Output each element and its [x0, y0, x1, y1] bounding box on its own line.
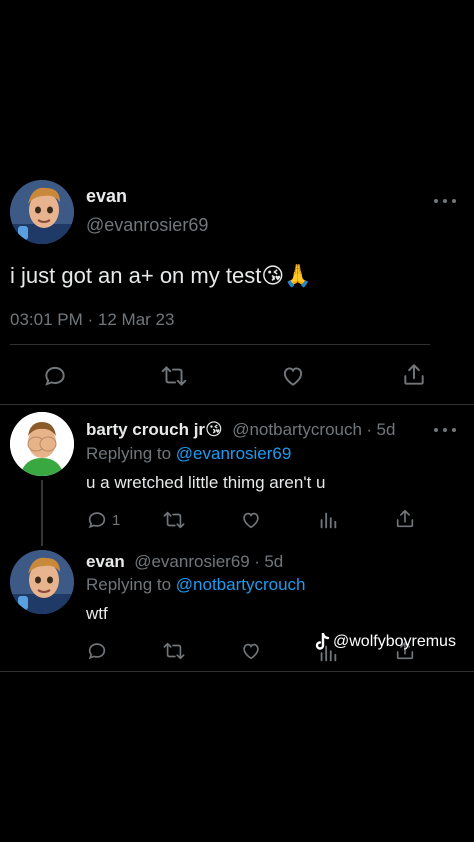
share-icon[interactable]: [394, 508, 416, 530]
retweet-icon[interactable]: [160, 363, 188, 389]
like-icon[interactable]: [240, 509, 262, 531]
more-options-icon[interactable]: [434, 427, 456, 433]
replying-to-link[interactable]: @notbartycrouch: [176, 575, 306, 594]
cartoon-facepalm-avatar-icon: [10, 412, 74, 476]
tiktok-watermark: @wolfyboyremus: [314, 633, 456, 651]
meta-separator: ·: [254, 552, 260, 571]
main-tweet-handle[interactable]: @evanrosier69: [86, 215, 208, 236]
main-tweet-avatar[interactable]: [10, 180, 74, 244]
reply-avatar[interactable]: [10, 550, 74, 614]
watermark-text: @wolfyboyremus: [333, 633, 456, 650]
replying-prefix: Replying to: [86, 575, 172, 594]
tweet-date: 12 Mar 23: [97, 310, 175, 329]
meta-separator: ·: [87, 310, 94, 329]
replying-to-link[interactable]: @evanrosier69: [176, 444, 292, 463]
like-icon[interactable]: [240, 640, 262, 662]
divider: [10, 344, 430, 345]
reply-count: 1: [112, 511, 121, 529]
reply-icon[interactable]: [42, 363, 68, 389]
reply-handle[interactable]: @evanrosier69: [134, 552, 250, 571]
retweet-icon[interactable]: [162, 640, 186, 662]
reply-header: evan @evanrosier69 · 5d: [86, 552, 283, 572]
divider: [0, 671, 474, 672]
reply-icon[interactable]: [86, 640, 108, 662]
like-icon[interactable]: [280, 363, 306, 389]
main-tweet-display-name[interactable]: evan: [86, 186, 127, 207]
reply-age: 5d: [264, 552, 284, 571]
tiktok-icon: [315, 633, 330, 650]
reply-display-name[interactable]: evan: [86, 552, 125, 571]
cartoon-boy-avatar-icon: [10, 550, 74, 614]
reply-age: 5d: [376, 420, 396, 439]
more-options-icon[interactable]: [434, 198, 456, 204]
reply-avatar[interactable]: [10, 412, 74, 476]
reply-text: u a wretched little thimg aren't u: [86, 473, 326, 492]
retweet-icon[interactable]: [162, 509, 186, 531]
replying-to-line: Replying to @evanrosier69: [86, 444, 291, 464]
share-icon[interactable]: [401, 362, 427, 388]
meta-separator: ·: [366, 420, 373, 439]
reply-icon[interactable]: 1: [86, 509, 120, 531]
views-icon[interactable]: [317, 509, 339, 531]
reply-display-name[interactable]: barty crouch jr😘: [86, 420, 223, 439]
reply-text: wtf: [86, 604, 108, 623]
reply-handle[interactable]: @notbartycrouch: [232, 420, 362, 439]
tweet-time: 03:01 PM: [10, 310, 83, 329]
main-tweet-text: i just got an a+ on my test😘🙏: [10, 263, 312, 288]
divider: [0, 404, 474, 405]
replying-prefix: Replying to: [86, 444, 172, 463]
main-tweet-timestamp[interactable]: 03:01 PM · 12 Mar 23: [10, 310, 174, 330]
reply-header: barty crouch jr😘 @notbartycrouch · 5d: [86, 420, 395, 440]
thread-line: [41, 480, 43, 546]
cartoon-boy-avatar-icon: [10, 180, 74, 244]
replying-to-line: Replying to @notbartycrouch: [86, 575, 306, 595]
